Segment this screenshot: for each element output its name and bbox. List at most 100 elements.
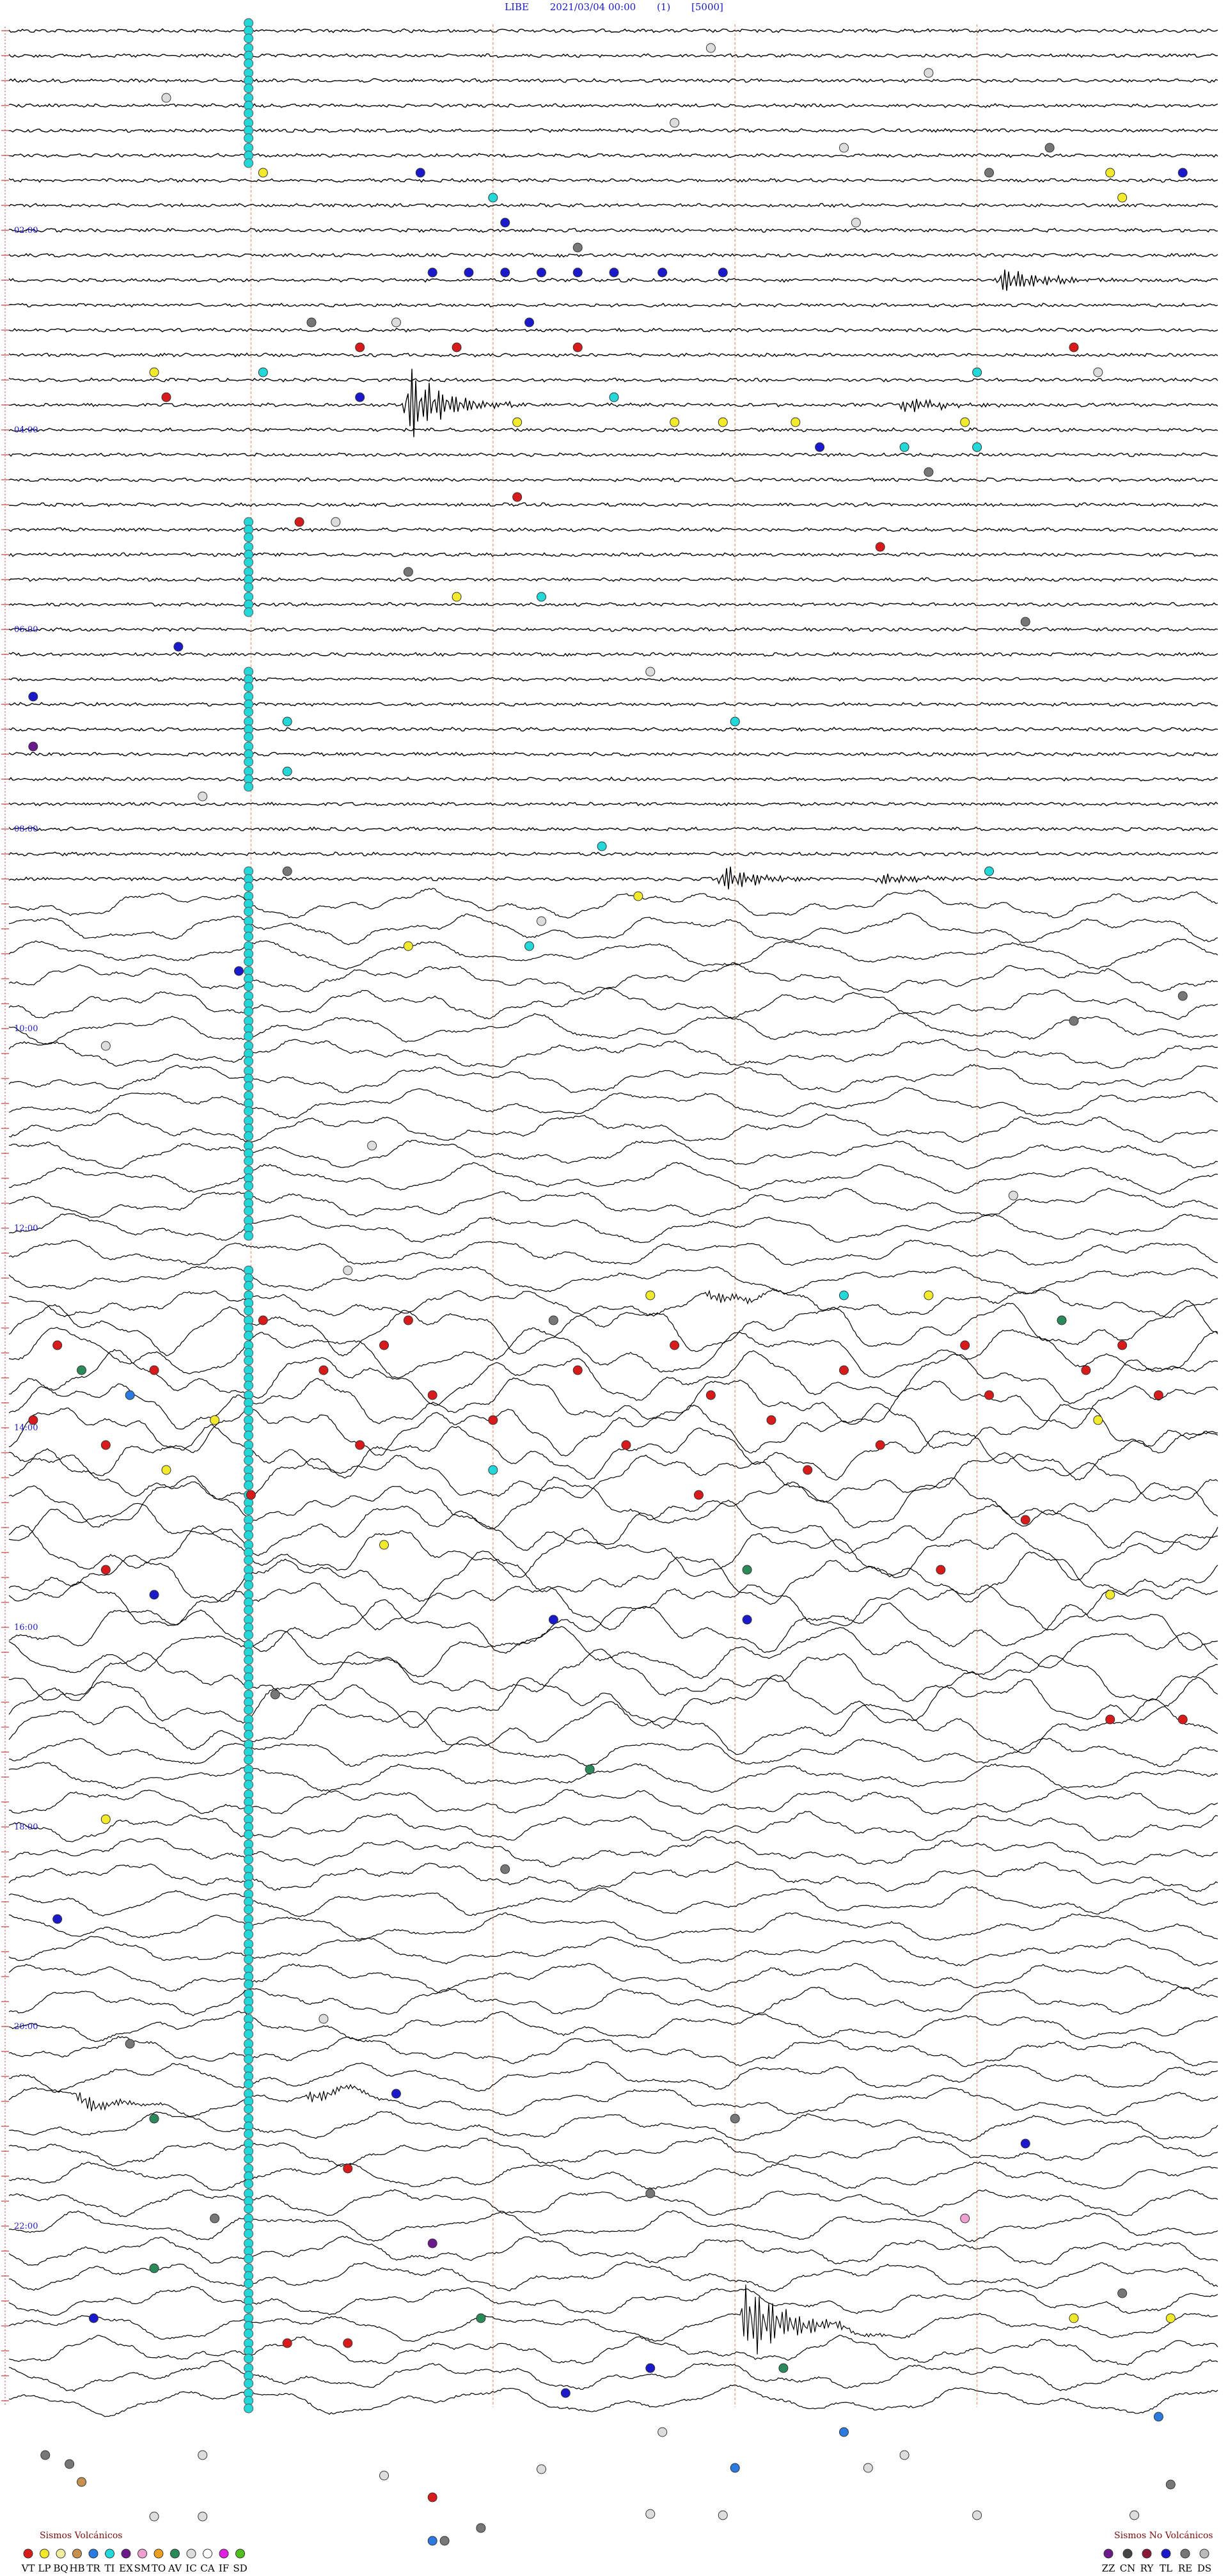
legend-swatch-lp — [40, 2548, 49, 2559]
event-mark-re-131 — [125, 2039, 135, 2049]
event-mark-vt-81 — [403, 1315, 413, 1325]
trace-row-81 — [8, 2035, 1218, 2067]
ti-event-column — [244, 18, 254, 2414]
legend-swatch-ca — [203, 2548, 212, 2559]
event-mark-av-126 — [585, 1764, 595, 1774]
event-mark-re-51 — [403, 567, 413, 577]
extra-mark-vt-13 — [427, 2492, 437, 2502]
legend-swatch-tl — [1161, 2548, 1171, 2559]
event-mark-vt-92 — [572, 1365, 583, 1375]
hour-label-10: 22:00 — [14, 2222, 38, 2231]
event-mark-ti-65 — [984, 866, 995, 876]
event-mark-lp-42 — [718, 417, 728, 427]
hour-label-6: 14:00 — [14, 1423, 38, 1433]
event-mark-vt-113 — [693, 1490, 704, 1500]
ti-mark-90-2 — [244, 2279, 254, 2289]
event-mark-re-123 — [270, 1689, 280, 1700]
event-mark-vt-103 — [766, 1415, 776, 1425]
ti-mark-47-2 — [244, 1206, 254, 1216]
event-mark-re-24 — [306, 317, 317, 328]
event-mark-re-64 — [282, 866, 292, 876]
trace-row-48 — [8, 1213, 1218, 1244]
trace-row-39 — [8, 988, 1218, 1020]
ti-mark-68-2 — [244, 1730, 254, 1740]
legend-code-ds: DS — [1197, 2563, 1211, 2574]
legend-swatch-ic — [186, 2548, 196, 2559]
trace-row-66 — [8, 1648, 1218, 1702]
event-mark-vt-116 — [100, 1565, 111, 1575]
legend-code-ry: RY — [1140, 2563, 1154, 2574]
trace-row-65 — [8, 1625, 1218, 1679]
event-mark-ic-14 — [851, 217, 861, 228]
trace-row-47 — [8, 1187, 1218, 1218]
event-mark-vt-108 — [875, 1440, 885, 1450]
event-mark-bl-23 — [718, 267, 728, 278]
trace-row-1 — [8, 53, 1218, 58]
event-mark-bl-18 — [500, 267, 510, 278]
event-mark-vt-118 — [936, 1565, 946, 1575]
event-mark-ic-3 — [670, 118, 680, 128]
event-mark-ic-73 — [100, 1041, 111, 1051]
extra-mark-ic-7 — [379, 2470, 390, 2481]
legend-code-tl: TL — [1160, 2563, 1172, 2574]
event-mark-vt-148 — [343, 2338, 353, 2348]
event-mark-lp-109 — [161, 1465, 171, 1475]
ti-mark-48-2 — [244, 1231, 254, 1241]
trace-row-82 — [8, 2061, 1218, 2092]
trace-row-5 — [8, 153, 1218, 158]
ti-mark-63-2 — [244, 1605, 254, 1615]
trace-row-63 — [8, 1581, 1218, 1631]
trace-row-40 — [8, 1012, 1218, 1045]
event-mark-lp-127 — [100, 1814, 111, 1824]
legend-code-to: TO — [152, 2563, 166, 2574]
ti-mark-60-2 — [244, 1530, 254, 1540]
ti-mark-3-2 — [244, 108, 254, 118]
trace-row-87 — [8, 2189, 1218, 2218]
event-mark-bl-143 — [88, 2313, 98, 2323]
trace-row-57 — [8, 1424, 1218, 1481]
event-mark-vt-27 — [355, 342, 365, 352]
trace-row-73 — [8, 1836, 1218, 1867]
hour-label-1: 04:00 — [14, 425, 38, 435]
ti-mark-54-2 — [244, 1380, 254, 1391]
event-mark-ic-2 — [161, 93, 171, 103]
event-mark-lp-145 — [1069, 2313, 1079, 2323]
event-mark-bl-19 — [536, 267, 546, 278]
event-mark-lp-12 — [1117, 193, 1128, 203]
event-mark-av-117 — [742, 1565, 752, 1575]
trace-row-42 — [8, 1064, 1218, 1094]
extra-mark-ic-14 — [645, 2509, 656, 2519]
ti-mark-65-2 — [244, 1655, 254, 1665]
trace-row-61 — [8, 1524, 1218, 1581]
ti-mark-39-2 — [244, 1006, 254, 1016]
extra-mark-ic-6 — [198, 2450, 208, 2460]
hour-label-2: 06:00 — [14, 625, 38, 635]
ti-mark-43-2 — [244, 1106, 254, 1116]
legend-swatch-ds — [1199, 2548, 1209, 2559]
trace-row-93 — [8, 2334, 1218, 2366]
ti-mark-28-2 — [244, 732, 254, 742]
event-mark-vt-125 — [1105, 1714, 1115, 1725]
trace-row-54 — [9, 1348, 1218, 1406]
ti-mark-76-2 — [244, 1929, 254, 1940]
row-ticks — [1, 27, 9, 2405]
event-mark-re-71 — [1177, 991, 1188, 1001]
trace-row-83 — [8, 2083, 1218, 2117]
ti-mark-74-2 — [244, 1879, 254, 1890]
trace-row-55 — [8, 1377, 1218, 1430]
ti-mark-82-2 — [244, 2079, 254, 2089]
ti-mark-95-2 — [244, 2403, 254, 2414]
hour-labels: 02:00 04:00 06:00 08:00 10:00 12:00 14:00 16:00… — [14, 226, 38, 2231]
legend-swatch-hb — [72, 2548, 82, 2559]
trace-row-51 — [8, 1288, 1218, 1318]
ti-mark-75-2 — [244, 1904, 254, 1915]
ti-mark-69-2 — [244, 1755, 254, 1765]
ti-mark-1-2 — [244, 58, 254, 68]
ti-mark-79-2 — [244, 2004, 254, 2014]
ti-mark-51-2 — [244, 1306, 254, 1316]
ti-mark-58-2 — [244, 1480, 254, 1490]
event-mark-vt-93 — [838, 1365, 849, 1375]
event-mark-bl-13 — [500, 217, 510, 228]
event-mark-vt-47 — [512, 492, 523, 502]
legend-code-re: RE — [1178, 2563, 1192, 2574]
